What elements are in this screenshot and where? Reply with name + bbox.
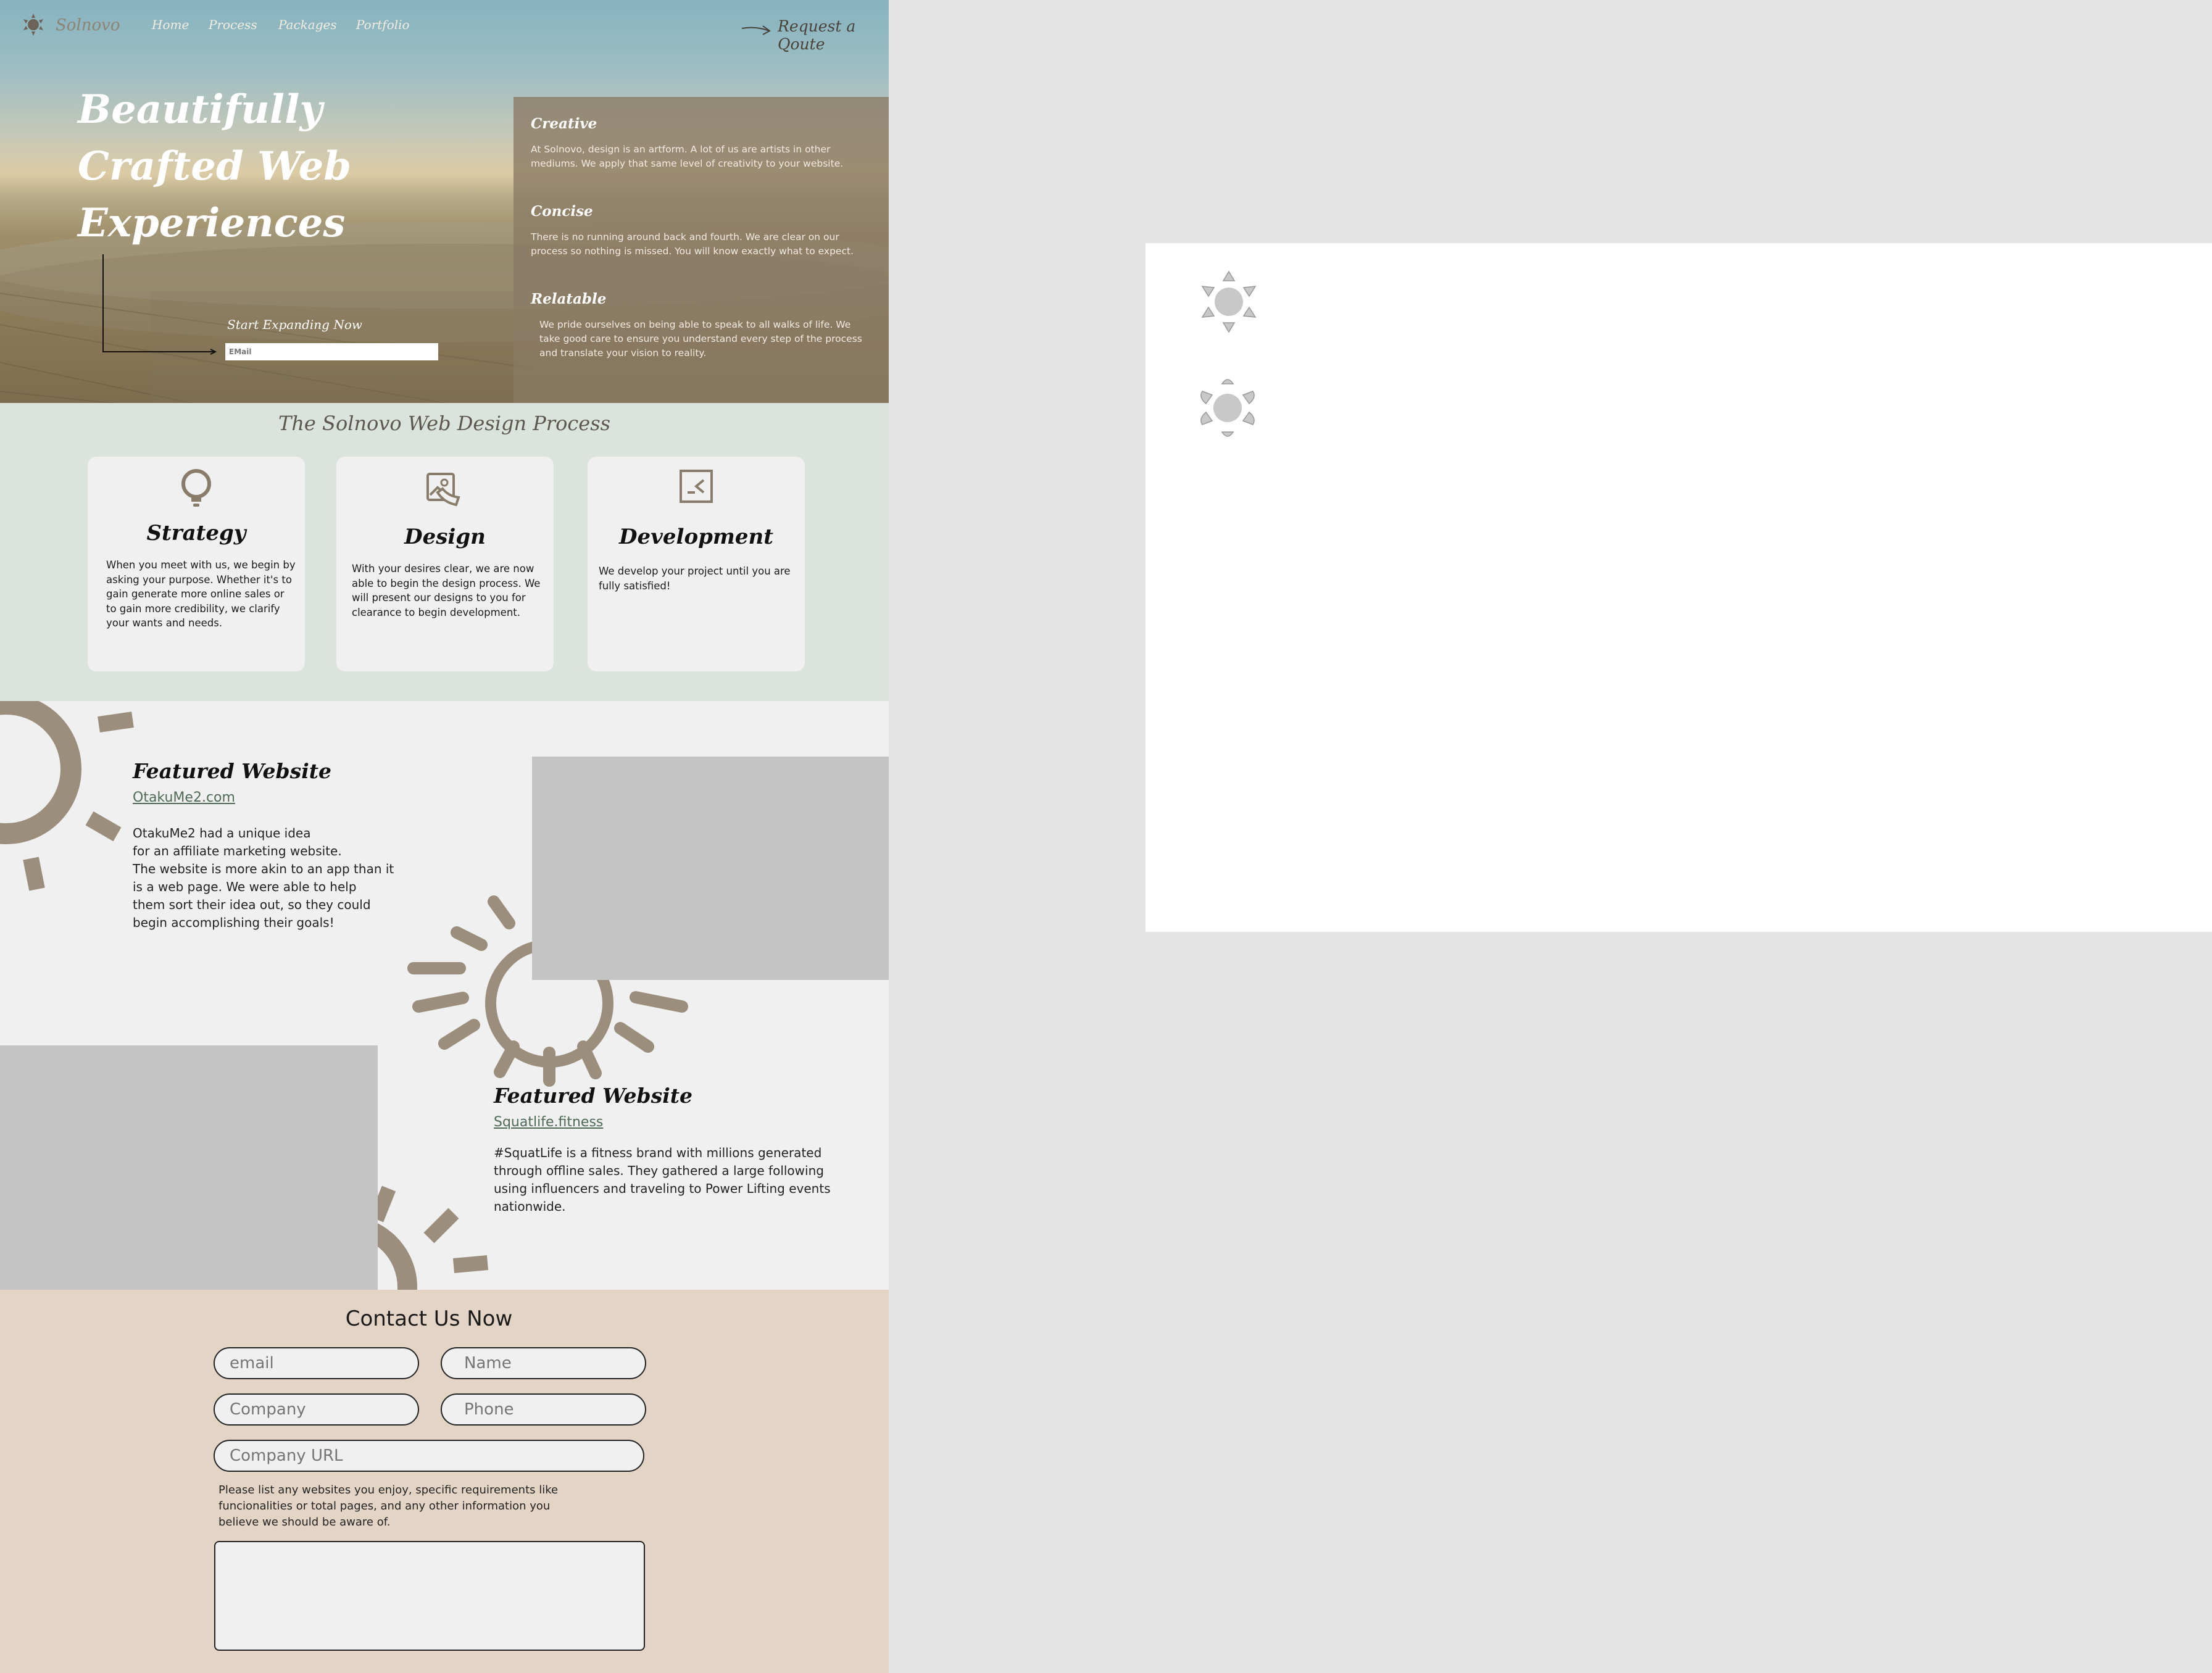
process-section: The Solnovo Web Design Process Strategy … bbox=[0, 403, 889, 701]
contact-name-field[interactable] bbox=[441, 1347, 646, 1379]
nav-item-home[interactable]: Home bbox=[152, 17, 189, 32]
nav-item-packages[interactable]: Packages bbox=[278, 17, 337, 32]
sun-icon-triangles[interactable] bbox=[1195, 268, 1263, 336]
icon-artboard bbox=[1146, 243, 2212, 932]
card-text: When you meet with us, we begin by askin… bbox=[106, 559, 296, 629]
sun-icon-rounded[interactable] bbox=[1194, 374, 1262, 442]
process-card-development: Development We develop your project unti… bbox=[588, 457, 805, 671]
contact-message-textarea[interactable] bbox=[214, 1541, 645, 1651]
nav-item-portfolio[interactable]: Portfolio bbox=[356, 17, 410, 32]
website-mockup: Solnovo Home Process Packages Portfolio … bbox=[0, 0, 889, 1673]
code-icon bbox=[680, 470, 713, 503]
value-title-concise: Concise bbox=[531, 203, 593, 220]
hero-title-line: Beautifully bbox=[78, 86, 323, 133]
card-title: Design bbox=[404, 525, 486, 549]
cta-label: Start Expanding Now bbox=[227, 317, 363, 332]
featured-section: Featured Website OtakuMe2.com OtakuMe2 h… bbox=[0, 701, 889, 1290]
hero-email-input[interactable] bbox=[225, 343, 438, 360]
image-edit-icon bbox=[426, 473, 460, 507]
connector-arrow-icon bbox=[102, 254, 217, 355]
card-text: With your desires clear, we are now able… bbox=[352, 563, 541, 618]
process-title: The Solnovo Web Design Process bbox=[278, 412, 611, 435]
contact-email-field[interactable] bbox=[214, 1347, 419, 1379]
card-text: We develop your project until you are fu… bbox=[599, 565, 791, 592]
values-panel: Creative At Solnovo, design is an artfor… bbox=[514, 97, 889, 403]
hero-title-line: Experiences bbox=[78, 200, 346, 246]
featured-image-squatlife bbox=[0, 1045, 378, 1290]
featured-link-otakume2[interactable]: OtakuMe2.com bbox=[133, 790, 235, 805]
card-title: Development bbox=[619, 525, 773, 549]
process-card-strategy: Strategy When you meet with us, we begin… bbox=[88, 457, 305, 671]
card-title: Strategy bbox=[146, 521, 246, 546]
featured-text: OtakuMe2 had a unique idea for an affili… bbox=[133, 826, 394, 930]
value-title-creative: Creative bbox=[531, 115, 597, 132]
featured-heading: Featured Website bbox=[494, 1084, 692, 1108]
hero-title-line: Crafted Web bbox=[78, 143, 352, 189]
contact-company-field[interactable] bbox=[214, 1393, 419, 1426]
brand-name[interactable]: Solnovo bbox=[56, 16, 120, 35]
sun-logo-icon[interactable] bbox=[21, 12, 46, 37]
contact-section: Contact Us Now Please list any websites … bbox=[0, 1290, 889, 1673]
arrow-right-icon bbox=[741, 25, 771, 35]
nav-item-process[interactable]: Process bbox=[209, 17, 257, 32]
featured-heading: Featured Website bbox=[133, 759, 331, 783]
value-text-creative: At Solnovo, design is an artform. A lot … bbox=[531, 144, 844, 169]
contact-note: Please list any websites you enjoy, spec… bbox=[218, 1484, 559, 1529]
hero-section: Solnovo Home Process Packages Portfolio … bbox=[0, 0, 889, 403]
lightbulb-icon bbox=[181, 469, 211, 507]
value-title-relatable: Relatable bbox=[531, 291, 607, 307]
contact-phone-field[interactable] bbox=[441, 1393, 646, 1426]
featured-image-otakume2 bbox=[532, 757, 889, 980]
process-card-design: Design With your desires clear, we are n… bbox=[336, 457, 554, 671]
value-text-concise: There is no running around back and four… bbox=[531, 231, 854, 257]
featured-text: #SquatLife is a fitness brand with milli… bbox=[494, 1145, 831, 1214]
request-quote-link[interactable]: Request a Qoute bbox=[778, 17, 889, 53]
featured-link-squatlife[interactable]: Squatlife.fitness bbox=[494, 1115, 603, 1130]
contact-company-url-field[interactable] bbox=[214, 1440, 644, 1472]
value-text-relatable: We pride ourselves on being able to spea… bbox=[539, 319, 862, 359]
contact-title: Contact Us Now bbox=[345, 1306, 513, 1331]
